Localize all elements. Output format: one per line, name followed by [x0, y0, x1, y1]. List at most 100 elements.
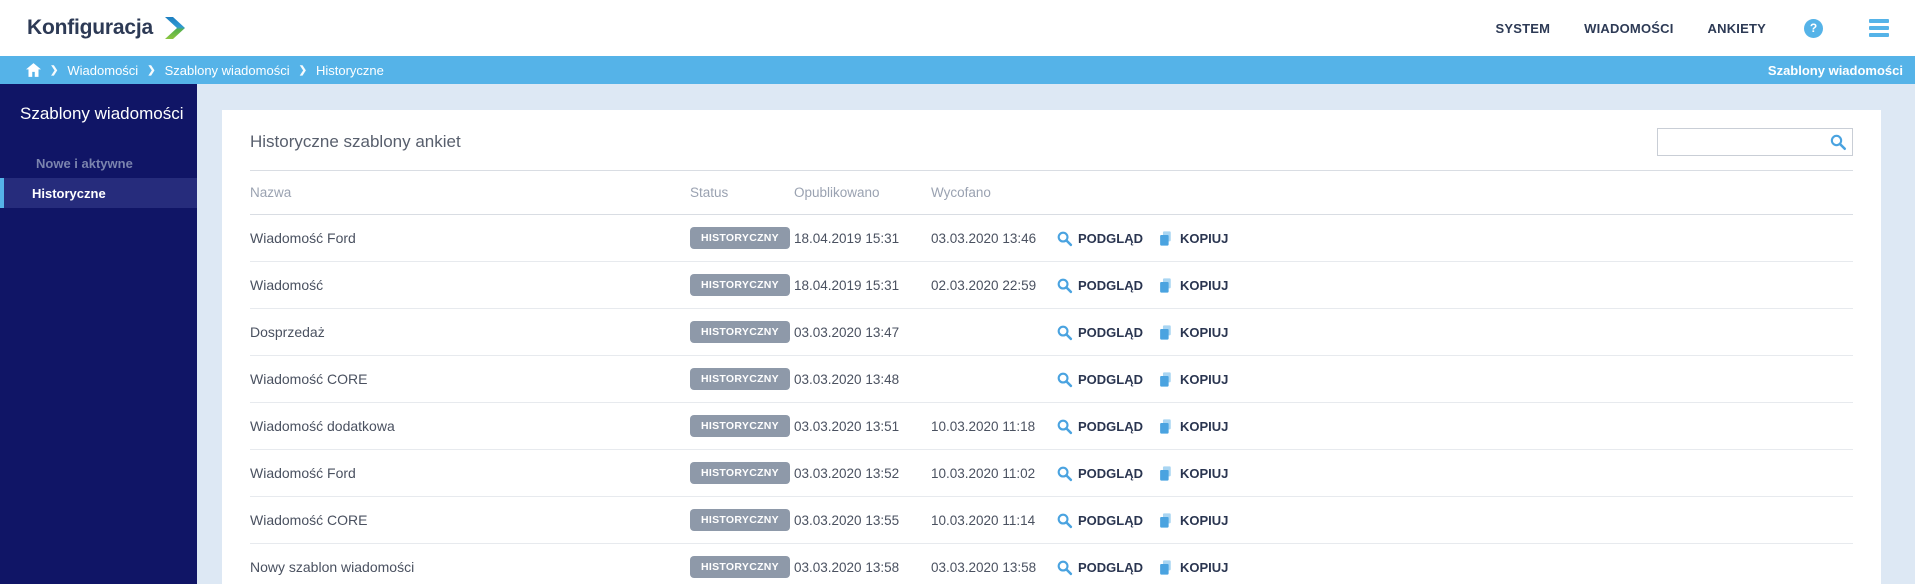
sidebar-item-historyczne[interactable]: Historyczne	[0, 178, 197, 208]
preview-button[interactable]: PODGLĄD	[1056, 371, 1143, 388]
table-row: Wiadomość HISTORYCZNY 18.04.2019 15:31 0…	[250, 262, 1853, 309]
copy-label: KOPIUJ	[1180, 277, 1229, 293]
row-actions: PODGLĄD KOPIUJ	[1056, 230, 1853, 247]
table-row: Wiadomość Ford HISTORYCZNY 18.04.2019 15…	[250, 215, 1853, 262]
magnifier-icon	[1057, 466, 1073, 481]
preview-label: PODGLĄD	[1078, 277, 1143, 293]
home-icon[interactable]	[26, 63, 41, 77]
copy-icon	[1160, 512, 1171, 528]
table-body: Wiadomość Ford HISTORYCZNY 18.04.2019 15…	[250, 215, 1853, 584]
template-name: Wiadomość	[250, 277, 324, 293]
status-badge: HISTORYCZNY	[690, 462, 790, 484]
row-actions: PODGLĄD KOPIUJ	[1056, 418, 1853, 435]
sidebar-item-nowe-i-aktywne[interactable]: Nowe i aktywne	[0, 148, 197, 178]
preview-label: PODGLĄD	[1078, 418, 1143, 434]
preview-label: PODGLĄD	[1078, 371, 1143, 387]
published-date: 03.03.2020 13:48	[794, 371, 900, 387]
table-row: Wiadomość Ford HISTORYCZNY 03.03.2020 13…	[250, 450, 1853, 497]
copy-label: KOPIUJ	[1180, 418, 1229, 434]
preview-label: PODGLĄD	[1078, 512, 1143, 528]
copy-button[interactable]: KOPIUJ	[1158, 371, 1228, 388]
logo: Konfiguracja	[27, 15, 187, 41]
page-title: Historyczne szablony ankiet	[250, 132, 461, 151]
copy-icon	[1160, 230, 1171, 246]
status-badge: HISTORYCZNY	[690, 368, 790, 390]
nav-item-ankiety[interactable]: ANKIETY	[1708, 21, 1766, 36]
preview-label: PODGLĄD	[1078, 324, 1143, 340]
status-badge: HISTORYCZNY	[690, 556, 790, 578]
status-badge: HISTORYCZNY	[690, 274, 790, 296]
published-date: 03.03.2020 13:58	[794, 559, 900, 575]
template-name: Wiadomość CORE	[250, 371, 368, 387]
nav-item-wiadomosci[interactable]: WIADOMOŚCI	[1584, 21, 1673, 36]
template-name: Wiadomość Ford	[250, 230, 356, 246]
preview-button[interactable]: PODGLĄD	[1056, 324, 1143, 341]
table-row: Wiadomość dodatkowa HISTORYCZNY 03.03.20…	[250, 403, 1853, 450]
template-name: Nowy szablon wiadomości	[250, 559, 415, 575]
search-input[interactable]	[1657, 128, 1853, 156]
breadcrumb-link-szablony[interactable]: Szablony wiadomości	[165, 63, 290, 78]
copy-icon	[1160, 371, 1171, 387]
template-name: Wiadomość dodatkowa	[250, 418, 395, 434]
template-name: Wiadomość Ford	[250, 465, 356, 481]
row-actions: PODGLĄD KOPIUJ	[1056, 277, 1853, 294]
copy-icon	[1160, 559, 1171, 575]
published-date: 03.03.2020 13:47	[794, 324, 900, 340]
column-header-status: Status	[690, 185, 729, 200]
preview-label: PODGLĄD	[1078, 465, 1143, 481]
copy-label: KOPIUJ	[1180, 512, 1229, 528]
status-badge: HISTORYCZNY	[690, 321, 790, 343]
preview-button[interactable]: PODGLĄD	[1056, 277, 1143, 294]
copy-button[interactable]: KOPIUJ	[1158, 559, 1228, 576]
withdrawn-date: 10.03.2020 11:18	[931, 418, 1036, 434]
page-body: Szablony wiadomości Nowe i aktywne Histo…	[0, 84, 1915, 584]
content-card: Historyczne szablony ankiet Nazwa Status…	[222, 110, 1881, 584]
breadcrumb-link-historyczne[interactable]: Historyczne	[316, 63, 384, 78]
preview-button[interactable]: PODGLĄD	[1056, 230, 1143, 247]
preview-button[interactable]: PODGLĄD	[1056, 559, 1143, 576]
copy-button[interactable]: KOPIUJ	[1158, 230, 1228, 247]
copy-label: KOPIUJ	[1180, 230, 1229, 246]
templates-table: Nazwa Status Opublikowano Wycofano Wiado…	[250, 171, 1853, 584]
table-row: Nowy szablon wiadomości HISTORYCZNY 03.0…	[250, 544, 1853, 584]
app-header: Konfiguracja SYSTEM WIADOMOŚCI ANKIETY ?	[0, 0, 1915, 56]
copy-label: KOPIUJ	[1180, 465, 1229, 481]
copy-button[interactable]: KOPIUJ	[1158, 512, 1228, 529]
logo-chevron-icon	[164, 17, 185, 39]
status-badge: HISTORYCZNY	[690, 227, 790, 249]
magnifier-icon	[1057, 513, 1073, 528]
copy-button[interactable]: KOPIUJ	[1158, 465, 1228, 482]
published-date: 03.03.2020 13:55	[794, 512, 900, 528]
column-header-opublikowano: Opublikowano	[794, 185, 880, 200]
preview-button[interactable]: PODGLĄD	[1056, 512, 1143, 529]
magnifier-icon	[1057, 231, 1073, 246]
copy-label: KOPIUJ	[1180, 324, 1229, 340]
preview-button[interactable]: PODGLĄD	[1056, 465, 1143, 482]
hamburger-menu-icon[interactable]	[1869, 19, 1889, 37]
breadcrumb: ❯ Wiadomości ❯ Szablony wiadomości ❯ His…	[26, 63, 384, 78]
template-name: Wiadomość CORE	[250, 512, 368, 528]
copy-button[interactable]: KOPIUJ	[1158, 324, 1228, 341]
magnifier-icon	[1057, 419, 1073, 434]
logo-text: Konfiguracja	[27, 16, 153, 39]
breadcrumb-link-wiadomosci[interactable]: Wiadomości	[67, 63, 138, 78]
copy-button[interactable]: KOPIUJ	[1158, 277, 1228, 294]
sidebar-items: Nowe i aktywne Historyczne	[0, 148, 197, 208]
sidebar-title: Szablony wiadomości	[20, 104, 184, 123]
copy-button[interactable]: KOPIUJ	[1158, 418, 1228, 435]
table-header-row: Nazwa Status Opublikowano Wycofano	[250, 171, 1853, 215]
withdrawn-date: 02.03.2020 22:59	[931, 277, 1037, 293]
preview-button[interactable]: PODGLĄD	[1056, 418, 1143, 435]
withdrawn-date: 10.03.2020 11:02	[931, 465, 1036, 481]
breadcrumb-context-label: Szablony wiadomości	[1767, 62, 1903, 78]
copy-icon	[1160, 324, 1171, 340]
screen: Konfiguracja SYSTEM WIADOMOŚCI ANKIETY ?	[0, 0, 1915, 584]
help-icon[interactable]: ?	[1804, 18, 1823, 38]
table-row: Dosprzedaż HISTORYCZNY 03.03.2020 13:47 …	[250, 309, 1853, 356]
nav-item-system[interactable]: SYSTEM	[1495, 21, 1550, 36]
row-actions: PODGLĄD KOPIUJ	[1056, 559, 1853, 576]
table-row: Wiadomość CORE HISTORYCZNY 03.03.2020 13…	[250, 497, 1853, 544]
search-icon[interactable]	[1829, 133, 1847, 151]
column-header-nazwa: Nazwa	[250, 185, 292, 200]
copy-icon	[1160, 418, 1171, 434]
